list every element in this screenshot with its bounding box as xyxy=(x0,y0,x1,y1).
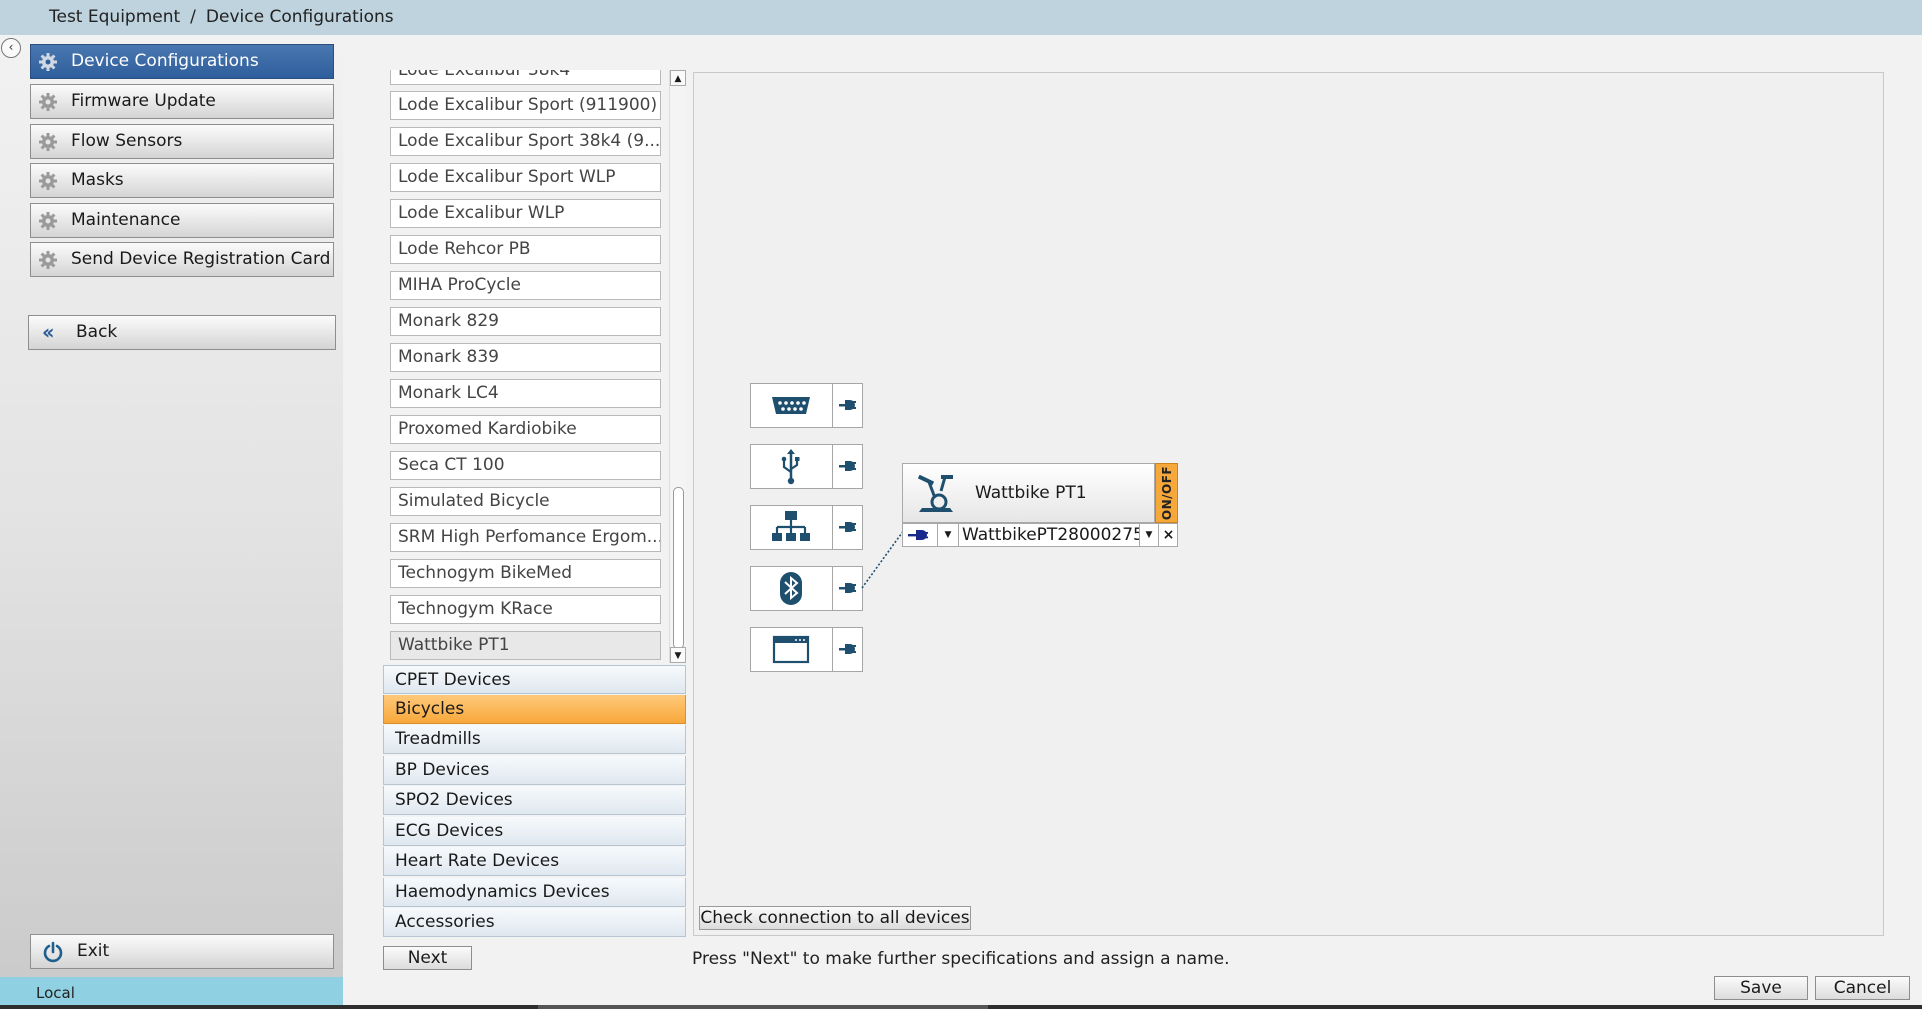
nav-item-masks[interactable]: Masks xyxy=(30,163,334,198)
device-card-name: Wattbike PT1 xyxy=(975,483,1087,503)
gear-icon xyxy=(39,212,57,230)
port-usb[interactable] xyxy=(750,444,863,489)
device-list-item-selected[interactable]: Wattbike PT1 xyxy=(390,631,661,660)
exit-button[interactable]: Exit xyxy=(30,934,334,969)
gear-icon xyxy=(39,53,57,71)
category-spo2-devices[interactable]: SPO2 Devices xyxy=(383,786,686,815)
back-label: Back xyxy=(76,322,118,342)
device-list-item[interactable]: Technogym BikeMed xyxy=(390,559,661,588)
device-list-item[interactable]: Simulated Bicycle xyxy=(390,487,661,516)
device-card[interactable]: Wattbike PT1 ON/OFF ▼ WattbikePT28000275… xyxy=(902,463,1178,547)
category-bicycles[interactable]: Bicycles xyxy=(383,695,686,724)
connection-value[interactable]: WattbikePT28000275 xyxy=(960,524,1140,546)
hint-text: Press "Next" to make further specificati… xyxy=(692,949,1230,969)
device-list-item[interactable]: SRM High Perfomance Ergom... xyxy=(390,523,661,552)
usb-icon xyxy=(751,445,831,488)
breadcrumb-separator: / xyxy=(190,7,196,27)
plug-icon[interactable] xyxy=(832,506,863,549)
chevron-down-icon[interactable]: ▼ xyxy=(1139,524,1158,546)
gear-icon xyxy=(39,172,57,190)
close-icon[interactable]: × xyxy=(1158,524,1178,546)
device-list-item[interactable]: Monark LC4 xyxy=(390,379,661,408)
category-bp-devices[interactable]: BP Devices xyxy=(383,756,686,785)
category-ecg-devices[interactable]: ECG Devices xyxy=(383,817,686,846)
save-button[interactable]: Save xyxy=(1714,976,1808,1000)
device-list-item[interactable]: MIHA ProCycle xyxy=(390,271,661,300)
collapse-sidebar-button[interactable]: ‹ xyxy=(1,38,21,58)
window-icon xyxy=(751,628,831,671)
device-list-scrollbar[interactable]: ▲ ▼ xyxy=(669,70,686,663)
category-accessories[interactable]: Accessories xyxy=(383,908,686,937)
device-connection-row: ▼ WattbikePT28000275 ▼ × xyxy=(902,523,1178,547)
nav-item-send-device-registration-card[interactable]: Send Device Registration Card xyxy=(30,242,334,277)
scroll-down-arrow-icon[interactable]: ▼ xyxy=(670,647,686,663)
plug-icon[interactable] xyxy=(832,567,863,610)
back-button[interactable]: ‹‹ Back xyxy=(28,315,336,350)
scroll-up-arrow-icon[interactable]: ▲ xyxy=(670,70,686,86)
device-list-item[interactable]: Lode Excalibur 38k4 xyxy=(390,70,661,85)
cancel-button[interactable]: Cancel xyxy=(1815,976,1910,1000)
serial-port-icon xyxy=(751,384,831,427)
nav-item-label: Masks xyxy=(71,170,124,190)
device-card-header[interactable]: Wattbike PT1 xyxy=(902,463,1155,523)
nav-item-label: Maintenance xyxy=(71,210,181,230)
breadcrumb-root[interactable]: Test Equipment xyxy=(49,0,180,35)
nav-item-maintenance[interactable]: Maintenance xyxy=(30,203,334,238)
bluetooth-icon xyxy=(751,567,831,610)
chevron-down-icon[interactable]: ▼ xyxy=(938,524,959,546)
device-list-item[interactable]: Monark 839 xyxy=(390,343,661,372)
nav-item-label: Device Configurations xyxy=(71,51,259,71)
device-list: Lode Excalibur 38k4 Lode Excalibur Sport… xyxy=(383,70,688,663)
gear-icon xyxy=(39,133,57,151)
nav-item-firmware-update[interactable]: Firmware Update xyxy=(30,84,334,119)
nav-item-label: Firmware Update xyxy=(71,91,216,111)
breadcrumb-current: Device Configurations xyxy=(205,7,394,27)
on-off-label: ON/OFF xyxy=(1159,465,1174,521)
breadcrumb: Test Equipment / Device Configurations xyxy=(49,0,394,35)
double-chevron-left-icon: ‹‹ xyxy=(42,320,55,344)
plug-icon[interactable] xyxy=(832,384,863,427)
device-list-item[interactable]: Technogym KRace xyxy=(390,595,661,624)
device-list-item[interactable]: Lode Excalibur Sport 38k4 (9... xyxy=(390,127,661,156)
category-treadmills[interactable]: Treadmills xyxy=(383,725,686,754)
device-configuration-canvas xyxy=(693,72,1884,936)
network-icon xyxy=(751,506,831,549)
next-button[interactable]: Next xyxy=(383,946,472,970)
device-list-item[interactable]: Lode Excalibur WLP xyxy=(390,199,661,228)
category-heart-rate-devices[interactable]: Heart Rate Devices xyxy=(383,847,686,876)
device-list-item[interactable]: Lode Rehcor PB xyxy=(390,235,661,264)
on-off-toggle[interactable]: ON/OFF xyxy=(1155,463,1178,523)
device-list-item[interactable]: Lode Excalibur Sport WLP xyxy=(390,163,661,192)
exit-label: Exit xyxy=(77,941,110,961)
device-list-item[interactable]: Proxomed Kardiobike xyxy=(390,415,661,444)
port-network[interactable] xyxy=(750,505,863,550)
gear-icon xyxy=(39,93,57,111)
port-serial[interactable] xyxy=(750,383,863,428)
plug-icon[interactable] xyxy=(832,445,863,488)
device-list-item[interactable]: Seca CT 100 xyxy=(390,451,661,480)
plug-icon[interactable] xyxy=(832,628,863,671)
power-icon xyxy=(43,941,63,963)
category-haemodynamics-devices[interactable]: Haemodynamics Devices xyxy=(383,878,686,907)
nav-item-label: Send Device Registration Card xyxy=(71,249,331,269)
category-cpet-devices[interactable]: CPET Devices xyxy=(383,665,686,694)
nav-item-device-configurations[interactable]: Device Configurations xyxy=(30,44,334,79)
scroll-thumb[interactable] xyxy=(673,487,684,649)
port-bluetooth[interactable] xyxy=(750,566,863,611)
port-window[interactable] xyxy=(750,627,863,672)
device-list-item[interactable]: Lode Excalibur Sport (911900) xyxy=(390,91,661,120)
nav-item-label: Flow Sensors xyxy=(71,131,183,151)
gear-icon xyxy=(39,251,57,269)
device-list-item[interactable]: Monark 829 xyxy=(390,307,661,336)
nav-item-flow-sensors[interactable]: Flow Sensors xyxy=(30,124,334,159)
check-connection-button[interactable]: Check connection to all devices xyxy=(699,906,971,930)
exercise-bike-icon xyxy=(917,474,953,512)
top-bar: Test Equipment / Device Configurations xyxy=(0,0,1922,35)
bottom-edge-highlight xyxy=(538,1005,988,1009)
connector-plug-icon xyxy=(903,524,938,546)
